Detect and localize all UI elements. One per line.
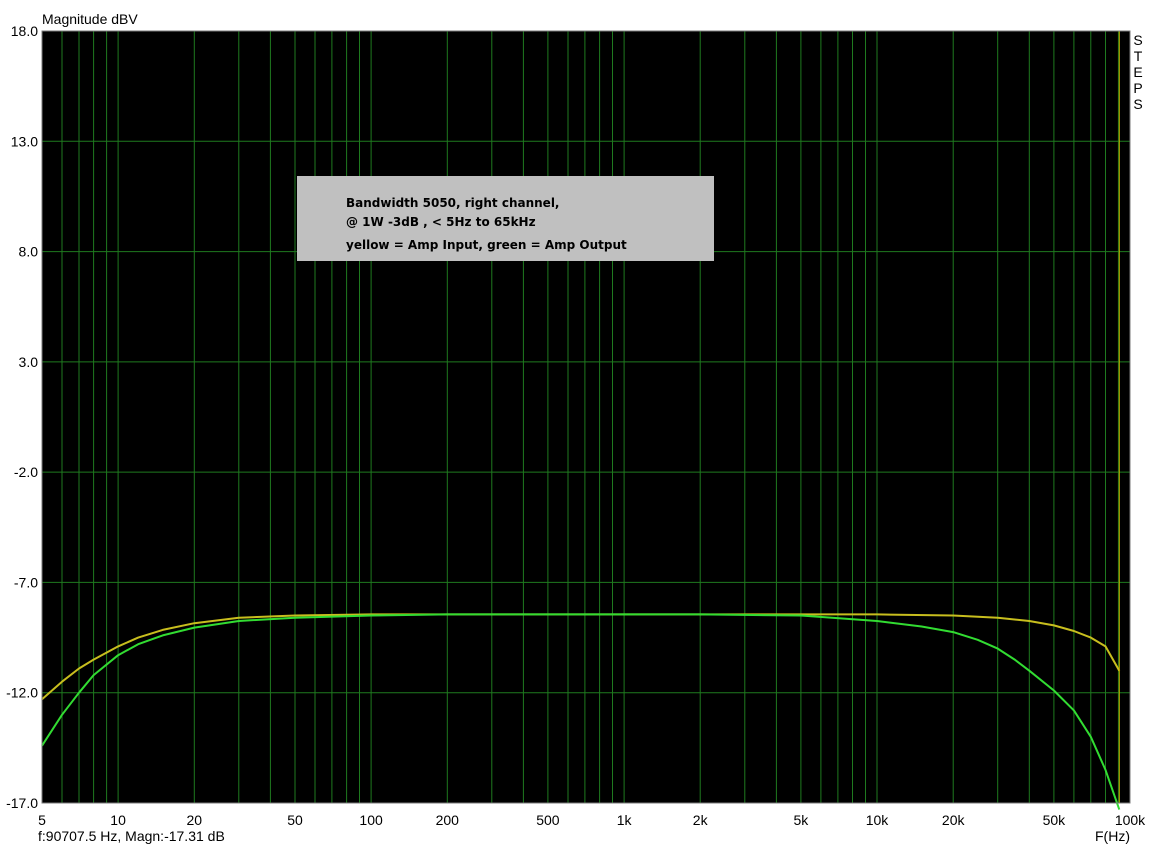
steps-letter: S xyxy=(1133,96,1142,112)
x-tick-label: 1k xyxy=(617,812,633,828)
y-tick-label: -2.0 xyxy=(14,464,38,480)
chart-title: Magnitude dBV xyxy=(42,11,138,27)
y-tick-label: 3.0 xyxy=(19,354,39,370)
annotation-box: Bandwidth 5050, right channel, @ 1W -3dB… xyxy=(297,176,714,261)
x-tick-label: 20k xyxy=(942,812,966,828)
steps-letter: T xyxy=(1134,48,1143,64)
x-tick-label: 50 xyxy=(287,812,303,828)
y-tick-label: -12.0 xyxy=(6,685,38,701)
steps-letter: E xyxy=(1133,64,1142,80)
x-tick-label: 10 xyxy=(110,812,126,828)
x-tick-label: 2k xyxy=(693,812,709,828)
y-tick-label: -17.0 xyxy=(6,795,38,811)
y-tick-label: 8.0 xyxy=(19,244,39,260)
y-tick-label: 18.0 xyxy=(11,23,38,39)
x-tick-label: 20 xyxy=(187,812,203,828)
annotation-line: Bandwidth 5050, right channel, xyxy=(346,196,560,210)
steps-letter: P xyxy=(1133,80,1142,96)
y-tick-label: -7.0 xyxy=(14,574,38,590)
x-tick-label: 100k xyxy=(1115,812,1146,828)
x-tick-label: 500 xyxy=(536,812,560,828)
steps-label: STEPS xyxy=(1133,32,1142,112)
frequency-response-chart: Bandwidth 5050, right channel, @ 1W -3dB… xyxy=(6,11,1146,844)
x-tick-label: 5k xyxy=(794,812,810,828)
x-tick-label: 50k xyxy=(1043,812,1067,828)
x-tick-labels: 5 10 20 50 100 200 500 1k 2k 5k 10k 20k 50k 100k xyxy=(38,812,1146,828)
x-tick-label: 200 xyxy=(436,812,460,828)
x-tick-label: 100 xyxy=(359,812,383,828)
annotation-line: @ 1W -3dB , < 5Hz to 65kHz xyxy=(346,215,536,229)
x-tick-label: 10k xyxy=(866,812,890,828)
steps-letter: S xyxy=(1133,32,1142,48)
status-readout: f:90707.5 Hz, Magn:-17.31 dB xyxy=(38,828,225,844)
y-tick-label: 13.0 xyxy=(11,133,38,149)
x-axis-label: F(Hz) xyxy=(1095,828,1130,844)
plot-background xyxy=(42,31,1130,803)
annotation-line: yellow = Amp Input, green = Amp Output xyxy=(346,238,627,252)
y-tick-labels: 18.0 13.0 8.0 3.0 -2.0 -7.0 -12.0 -17.0 xyxy=(6,23,38,811)
x-tick-label: 5 xyxy=(38,812,46,828)
